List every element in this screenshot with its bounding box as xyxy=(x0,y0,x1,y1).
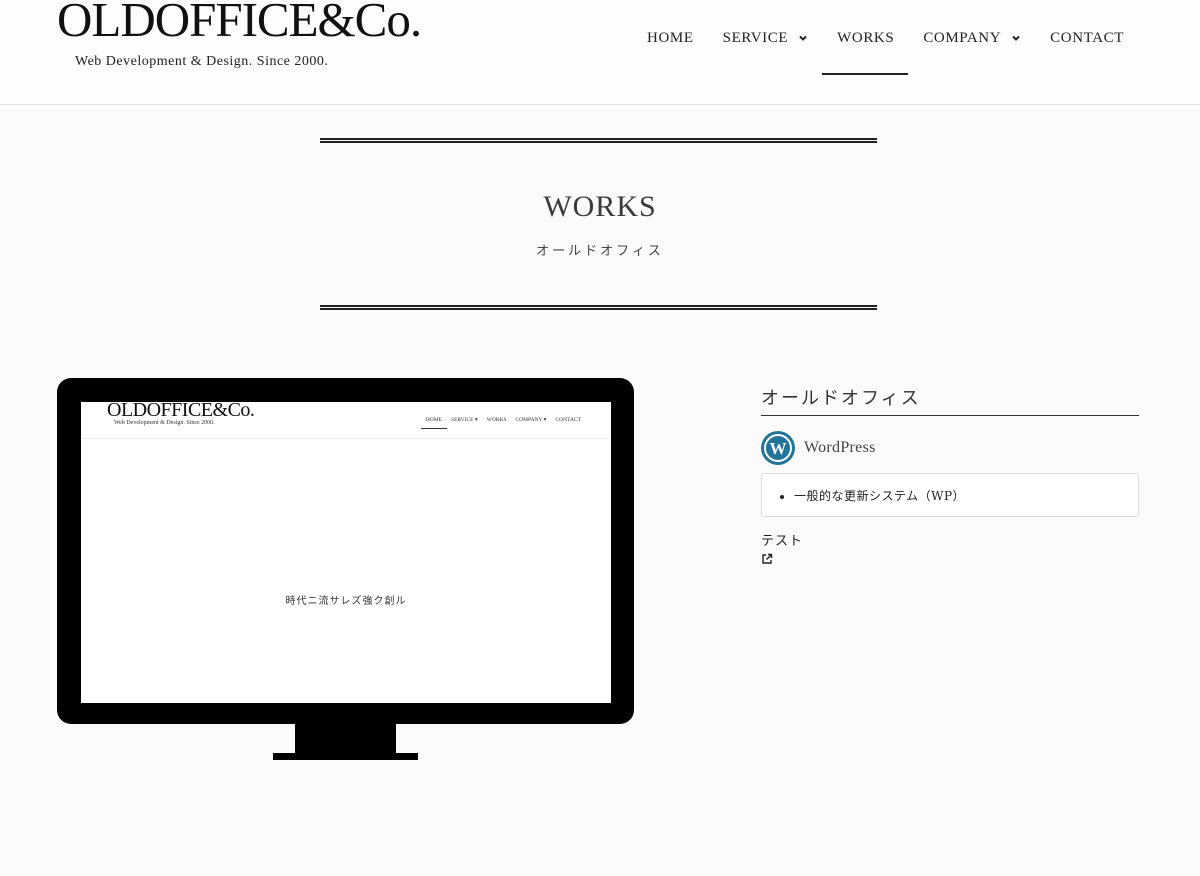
chevron-down-icon xyxy=(1012,35,1020,41)
nav-service[interactable]: SERVICE xyxy=(708,14,823,62)
main-nav: HOME SERVICE WORKS COMPANY CONTACT xyxy=(632,0,1138,104)
nav-works-label: WORKS xyxy=(837,29,895,46)
work-title: オールドオフィス xyxy=(761,380,1139,416)
feature-item: 一般的な更新システム（WP） xyxy=(794,487,1138,504)
nav-works[interactable]: WORKS xyxy=(822,14,909,75)
platform-row: W WordPress xyxy=(761,431,1139,465)
preview-nav-service: SERVICE ▾ xyxy=(451,417,478,423)
nav-contact[interactable]: CONTACT xyxy=(1035,14,1138,62)
site-tagline: Web Development & Design. Since 2000. xyxy=(75,54,329,69)
preview-nav-home: HOME xyxy=(420,417,448,429)
site-header: OLDOFFICE&Co. Web Development & Design. … xyxy=(0,0,1200,105)
nav-company[interactable]: COMPANY xyxy=(908,14,1035,62)
nav-home[interactable]: HOME xyxy=(632,14,708,62)
feature-list: 一般的な更新システム（WP） xyxy=(780,487,1138,504)
preview-catchphrase: 時代ニ流サレズ強ク創ル xyxy=(285,596,407,607)
preview-logo: OLDOFFICE&Co. xyxy=(107,402,255,421)
monitor-frame: OLDOFFICE&Co. Web Development & Design. … xyxy=(57,378,634,724)
preview-nav-contact: CONTACT xyxy=(555,417,581,423)
chevron-down-icon xyxy=(799,35,807,41)
nav-company-label: COMPANY xyxy=(923,29,1002,46)
site-logo[interactable]: OLDOFFICE&Co. xyxy=(57,0,422,46)
page-subtitle: オールドオフィス xyxy=(536,244,664,259)
nav-contact-label: CONTACT xyxy=(1050,29,1124,46)
monitor-stand-base xyxy=(273,753,418,760)
preview-nav: HOME SERVICE ▾ WORKS COMPANY ▾ CONTACT xyxy=(420,417,581,429)
page-title: WORKS xyxy=(543,190,657,223)
hero-divider-top xyxy=(320,138,877,143)
platform-label: WordPress xyxy=(804,439,876,456)
wordpress-icon: W xyxy=(761,431,795,465)
site-preview-screen: OLDOFFICE&Co. Web Development & Design. … xyxy=(81,402,611,703)
preview-nav-works: WORKS xyxy=(486,417,507,423)
work-note: テスト xyxy=(761,534,804,549)
feature-list-box: 一般的な更新システム（WP） xyxy=(761,473,1139,517)
nav-service-label: SERVICE xyxy=(722,29,789,46)
nav-home-label: HOME xyxy=(647,29,694,46)
monitor-stand-neck xyxy=(295,724,396,754)
hero-divider-bottom xyxy=(320,305,877,310)
preview-nav-company: COMPANY ▾ xyxy=(515,417,547,423)
preview-tagline: Web Development & Design. Since 2000. xyxy=(114,420,215,426)
external-link-icon[interactable] xyxy=(761,553,773,565)
preview-header-divider xyxy=(81,438,611,439)
work-info-panel: オールドオフィス W WordPress 一般的な更新システム（WP） テスト xyxy=(761,380,1139,569)
